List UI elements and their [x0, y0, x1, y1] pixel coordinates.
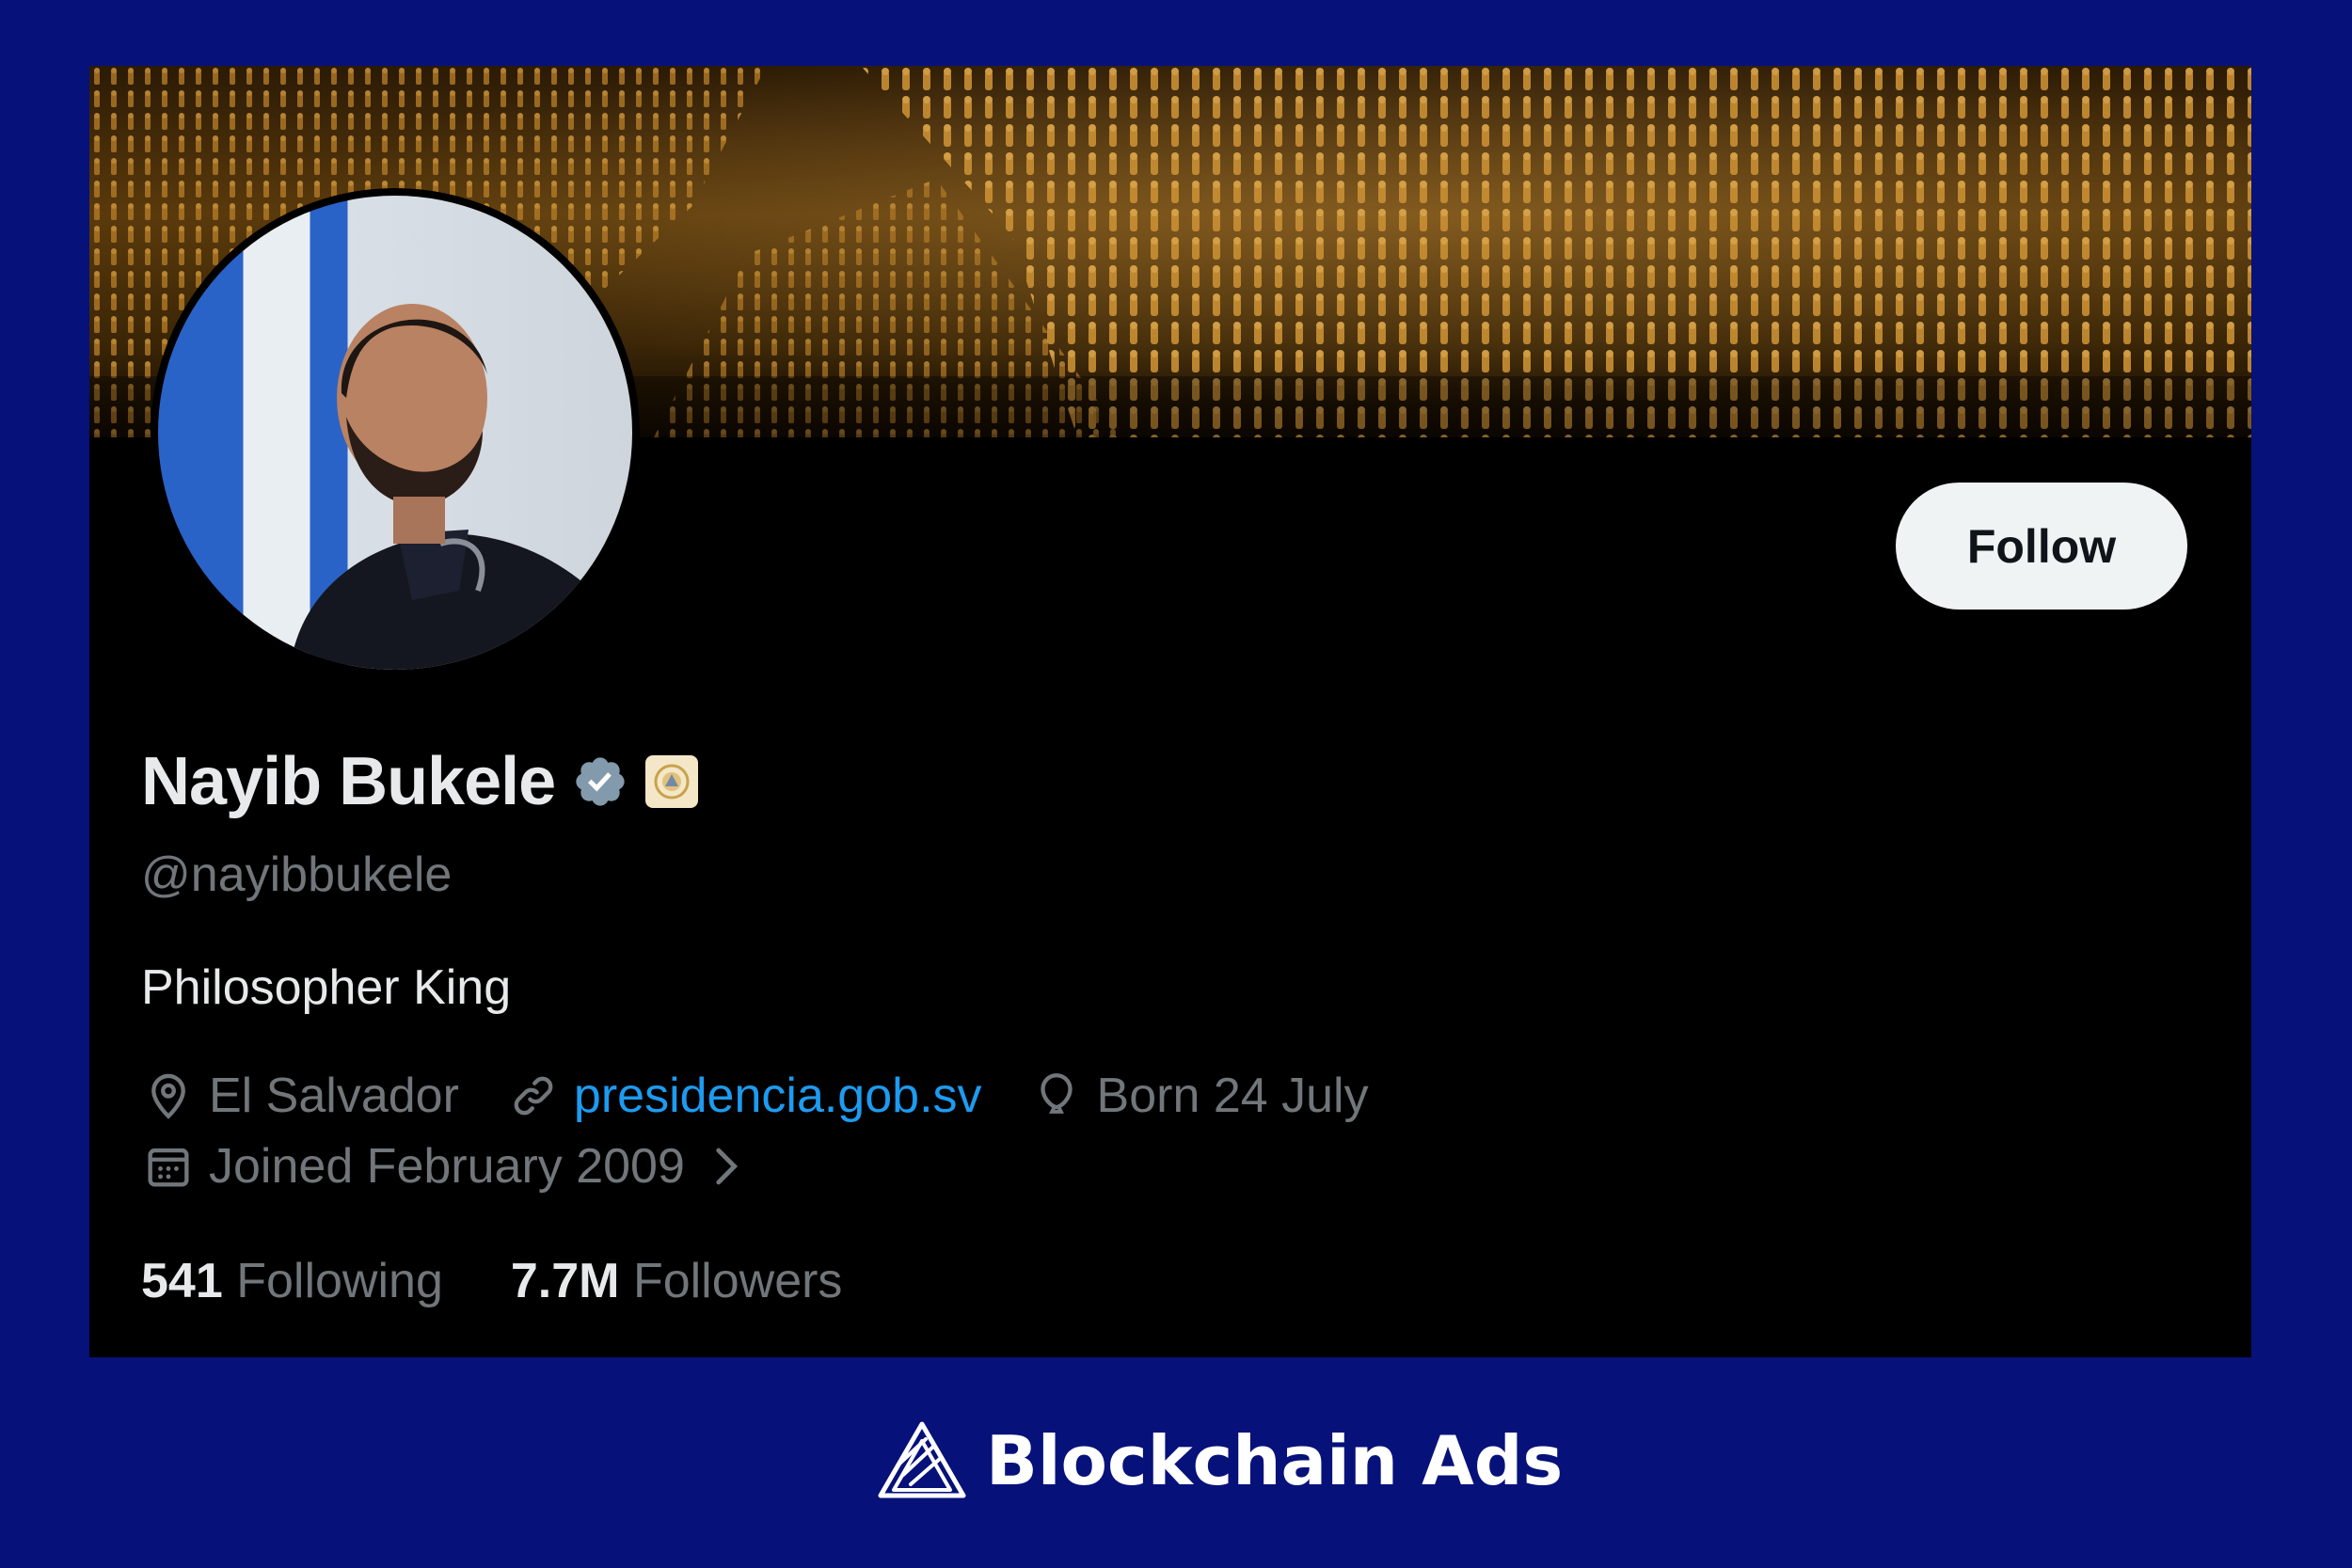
followers-count: 7.7M: [510, 1254, 620, 1308]
name-row: Nayib Bukele: [141, 743, 699, 820]
profile-stats: 541 Following 7.7M Followers: [141, 1253, 842, 1309]
location-item: El Salvador: [141, 1068, 459, 1124]
balloon-icon: [1040, 1073, 1073, 1114]
birthday-text: Born 24 July: [1096, 1069, 1369, 1123]
brand-name: Blockchain Ads: [986, 1421, 1564, 1500]
blockchain-ads-logo-icon: [878, 1421, 966, 1498]
avatar-photo: [290, 304, 632, 670]
display-name: Nayib Bukele: [141, 744, 556, 819]
location-text: El Salvador: [209, 1069, 459, 1123]
chevron-right-icon: [716, 1148, 738, 1185]
government-seal-icon[interactable]: [645, 755, 699, 808]
profile-joined-row: Joined February 2009: [141, 1138, 800, 1195]
profile-handle: @nayibbukele: [141, 847, 453, 902]
location-pin-icon: [151, 1073, 185, 1119]
link-icon: [514, 1076, 553, 1116]
profile-avatar[interactable]: [151, 188, 640, 677]
website-link[interactable]: presidencia.gob.sv: [574, 1068, 982, 1124]
followers-label: Followers: [632, 1254, 843, 1308]
following-label: Following: [236, 1254, 443, 1308]
profile-card: Follow Nayib Bukele @nayibbukele Philoso…: [89, 66, 2251, 1357]
brand-footer: Blockchain Ads: [875, 1418, 1563, 1503]
joined-text: Joined February 2009: [209, 1139, 685, 1194]
joined-item[interactable]: Joined February 2009: [141, 1138, 753, 1195]
followers-stat[interactable]: 7.7M Followers: [511, 1253, 843, 1309]
follow-button[interactable]: Follow: [1896, 483, 2187, 610]
website-item[interactable]: presidencia.gob.sv: [506, 1068, 982, 1124]
verified-badge-icon[interactable]: [572, 753, 628, 810]
following-stat[interactable]: 541 Following: [141, 1253, 443, 1309]
birthday-item: Born 24 July: [1029, 1068, 1369, 1124]
profile-meta-row: El Salvador presidencia.gob.sv Born 24 J…: [141, 1068, 1416, 1124]
profile-bio: Philosopher King: [141, 960, 512, 1015]
following-count: 541: [141, 1254, 223, 1308]
calendar-icon: [148, 1148, 189, 1187]
